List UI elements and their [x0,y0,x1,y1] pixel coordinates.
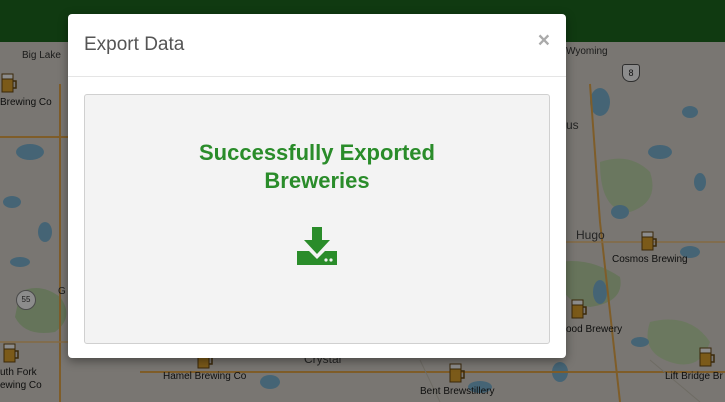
success-message-line2: Breweries [264,168,370,193]
success-message: Successfully Exported Breweries [85,139,549,195]
modal-title: Export Data [84,34,185,55]
download-icon[interactable] [296,225,338,267]
export-result-panel: Successfully Exported Breweries [84,94,550,344]
close-button[interactable]: × [538,30,550,51]
export-data-modal: Export Data × Successfully Exported Brew… [68,14,566,358]
success-message-line1: Successfully Exported [199,140,435,165]
modal-header: Export Data × [68,14,566,77]
